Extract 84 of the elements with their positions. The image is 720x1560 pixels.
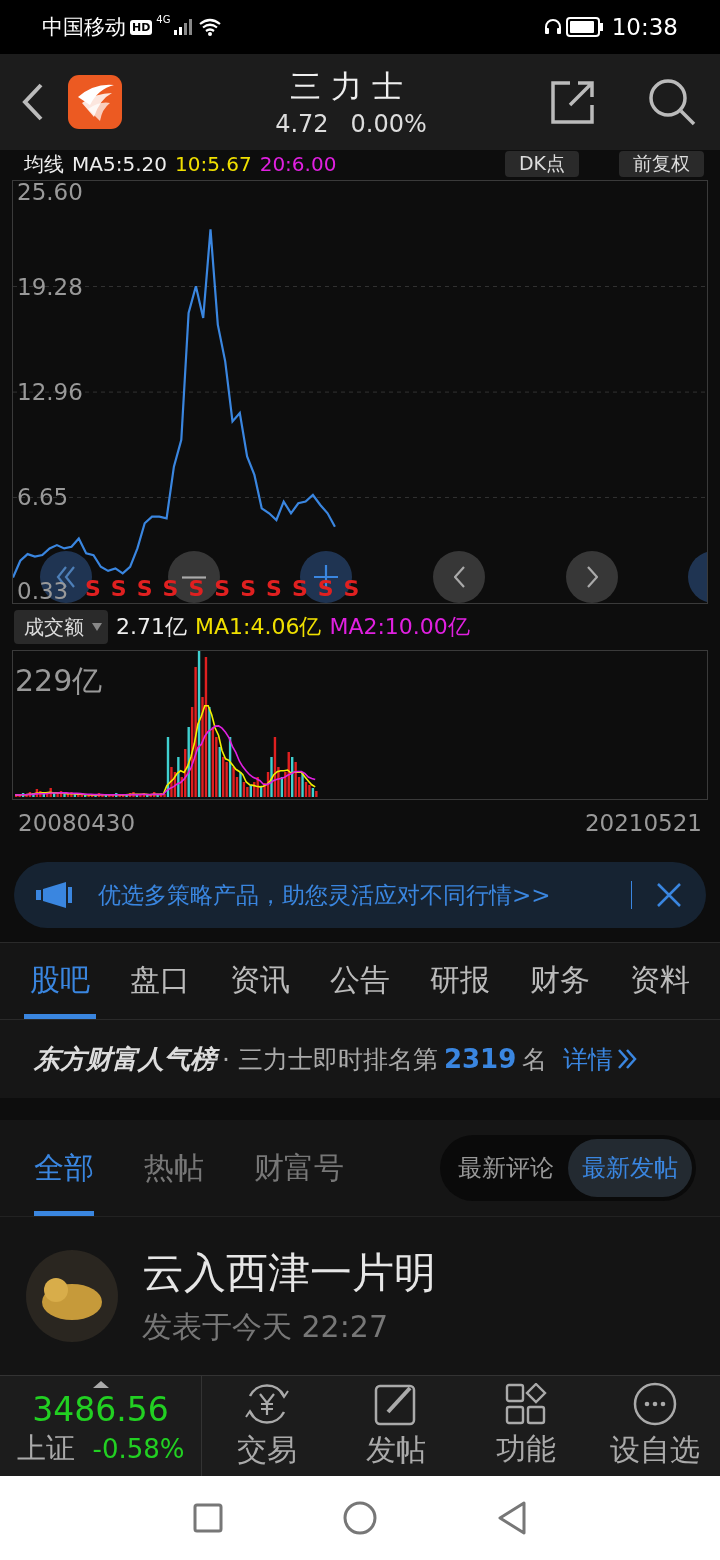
tab[interactable]: 资讯 [224, 943, 296, 1019]
minus-icon [182, 575, 206, 579]
start-date: 20080430 [18, 810, 136, 838]
stock-name: 三力士 [289, 67, 413, 106]
sell-marker: S [85, 577, 101, 601]
sell-marker: S [136, 577, 153, 601]
sell-marker: S [317, 577, 334, 601]
ma10-value: 10:5.67 [174, 152, 252, 176]
hd-badge: HD [130, 19, 153, 35]
ranking-unit: 名 [522, 1043, 548, 1076]
bottom-nav-item[interactable]: 设自选 [590, 1376, 720, 1476]
ma20-value: 20:6.00 [259, 152, 337, 176]
search-icon[interactable] [648, 78, 696, 126]
end-date: 20210521 [584, 810, 702, 838]
back-icon[interactable] [22, 83, 44, 121]
sell-marker: S [240, 577, 256, 601]
tab[interactable]: 盘口 [124, 943, 196, 1019]
left-icon [453, 566, 465, 588]
price-change: 0.00% [350, 110, 427, 138]
ma5-value: MA5:5.20 [72, 152, 167, 176]
close-icon[interactable] [656, 882, 682, 908]
more-icon [633, 1381, 678, 1426]
network-type: 4G [156, 14, 171, 25]
post-author: 云入西津一片明 [142, 1246, 436, 1299]
volume-value: 2.71亿 [116, 613, 187, 641]
tab[interactable]: 资料 [624, 943, 696, 1019]
filter-tab[interactable]: 热帖 [144, 1120, 204, 1216]
sell-marker: S [291, 577, 308, 601]
signal-icon [174, 19, 195, 35]
carrier: 中国移动 [42, 14, 126, 41]
sort-option[interactable]: 最新发帖 [568, 1139, 692, 1197]
chart-control-button[interactable] [566, 551, 618, 603]
recents-icon[interactable] [193, 1503, 223, 1533]
bottom-nav-item[interactable]: 发帖 [331, 1376, 461, 1476]
post-time: 发表于今天 22:27 [142, 1307, 389, 1346]
wifi-icon [198, 18, 223, 36]
index-change: -0.58% [92, 1433, 185, 1464]
headphones-icon [543, 18, 562, 36]
sell-marker: S [214, 577, 231, 601]
tab[interactable]: 研报 [424, 943, 496, 1019]
tab[interactable]: 公告 [324, 943, 396, 1019]
bottom-nav-item[interactable]: 交易 [202, 1376, 332, 1476]
back-nav-icon[interactable] [497, 1501, 527, 1535]
axis-label: 12.96 [17, 379, 83, 406]
bottom-nav-item[interactable]: 功能 [461, 1376, 591, 1476]
volume-ma1: MA1:4.06亿 [195, 613, 322, 641]
apps-icon [504, 1382, 547, 1425]
promo-banner[interactable]: 优选多策略产品，助您灵活应对不同行情>> [14, 862, 706, 928]
share-icon[interactable] [550, 79, 596, 125]
sell-marker: S [162, 577, 179, 601]
axis-label: 19.28 [17, 273, 83, 300]
ma-label: 均线 [24, 150, 64, 178]
sell-marker: S [343, 577, 360, 601]
megaphone-icon [36, 881, 74, 909]
chart-option-button[interactable]: 前复权 [619, 151, 704, 177]
sell-marker: S [188, 577, 205, 601]
details-link[interactable]: 详情 [563, 1042, 638, 1076]
index-value: 3486.56 [32, 1389, 169, 1429]
battery-icon [565, 17, 604, 37]
chart-option-button[interactable]: DK点 [504, 151, 579, 177]
volume-max-label: 229亿 [15, 662, 103, 700]
sort-option[interactable]: 最新评论 [444, 1139, 568, 1197]
ranking-number: 2319 [443, 1044, 517, 1074]
axis-label: 6.65 [17, 484, 69, 511]
axis-label: 25.60 [17, 181, 83, 205]
app-logo-icon [68, 75, 122, 129]
stock-price: 4.72 [275, 110, 329, 138]
ranking-text: · 三力士即时排名第 [222, 1043, 438, 1076]
dropdown-icon [92, 623, 102, 631]
expand-icon [93, 1381, 109, 1388]
axis-label: 0.33 [17, 578, 69, 603]
tab[interactable]: 财务 [524, 943, 596, 1019]
sell-marker: S [266, 577, 282, 601]
right-icon [586, 566, 598, 588]
sell-marker: S [110, 577, 127, 601]
filter-tab[interactable]: 财富号 [254, 1120, 344, 1216]
clock: 10:38 [611, 14, 678, 40]
index-name: 上证 [16, 1429, 75, 1467]
chart-control-button[interactable] [433, 551, 485, 603]
banner-text: 优选多策略产品，助您灵活应对不同行情>> [98, 880, 552, 910]
volume-ma2: MA2:10.00亿 [329, 613, 470, 641]
double-chevron-icon [617, 1048, 638, 1070]
home-icon[interactable] [343, 1501, 377, 1535]
indicator-dropdown[interactable]: 成交额 [14, 610, 108, 644]
